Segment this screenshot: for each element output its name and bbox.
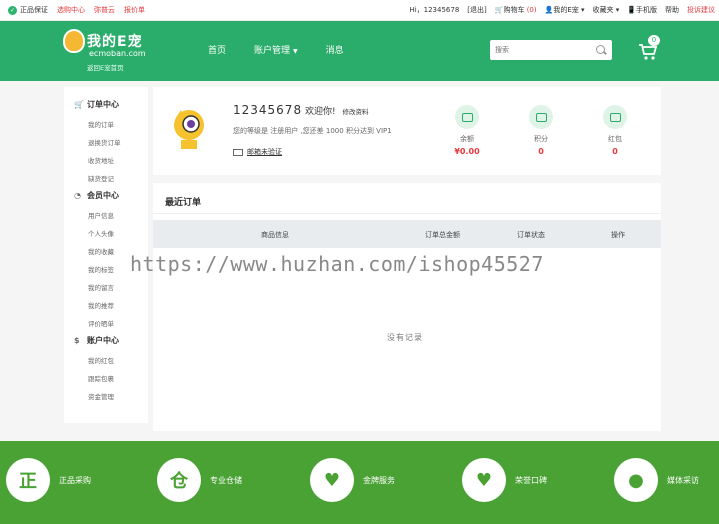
sidebar-item[interactable]: 我的留言 xyxy=(74,279,148,297)
mobile-link[interactable]: 📱手机版 xyxy=(627,5,657,15)
sidebar-item[interactable]: 资金管理 xyxy=(74,388,148,406)
feature-reputation: ♥ 荣誉口碑 xyxy=(462,458,547,502)
heart-hand-icon: ♥ xyxy=(310,458,354,502)
back-home-link[interactable]: 返回E宠首页 xyxy=(87,62,124,72)
wallet-icon xyxy=(461,112,473,122)
stat-redpacket[interactable]: 红包 0 xyxy=(595,105,635,156)
col-status: 订单状态 xyxy=(517,231,545,239)
sidebar-item[interactable]: 缺货登记 xyxy=(74,170,148,188)
search-input[interactable] xyxy=(495,46,591,54)
orders-table-header: 商品信息 订单总金额 订单状态 操作 xyxy=(153,220,661,248)
sidebar-group-account: $ 账户中心 我的红包 跟踪包裹 资金管理 xyxy=(64,333,148,406)
search-icon[interactable] xyxy=(596,44,607,56)
logout-link[interactable]: [退出] xyxy=(467,5,486,15)
recent-orders-title: 最近订单 xyxy=(165,198,202,208)
col-goods: 商品信息 xyxy=(261,231,289,239)
sidebar-item[interactable]: 用户信息 xyxy=(74,207,148,225)
money-icon: $ xyxy=(74,335,80,345)
help-link[interactable]: 帮助 xyxy=(665,5,679,15)
search-box xyxy=(490,40,612,60)
email-verify-link[interactable]: 邮箱未验证 xyxy=(233,147,282,157)
nav-home[interactable]: 首页 xyxy=(208,43,226,56)
user-card: 12345678 欢迎你! 修改资料 您的等级是 注册用户 ,您还差 1000 … xyxy=(153,87,661,175)
watermark: https://www.huzhan.com/ishop45527 xyxy=(130,252,544,276)
cart-icon: 🛒 xyxy=(74,99,84,109)
sidebar-item[interactable]: 评价晒单 xyxy=(74,315,148,333)
sidebar-item[interactable]: 我的红包 xyxy=(74,352,148,370)
main-nav: 首页 账户管理 ▼ 消息 xyxy=(208,43,344,56)
wallet-icon xyxy=(535,112,547,122)
feature-storage: 仓 专业仓储 xyxy=(157,458,242,502)
bag-icon: ♥ xyxy=(462,458,506,502)
logo[interactable]: 我的E宠 ecmoban.com 返回E宠首页 xyxy=(63,29,163,75)
nav-account[interactable]: 账户管理 ▼ xyxy=(254,43,298,56)
feature-service: ♥ 金牌服务 xyxy=(310,458,395,502)
col-action: 操作 xyxy=(611,231,625,239)
nav-messages[interactable]: 消息 xyxy=(326,43,344,56)
brand-domain: ecmoban.com xyxy=(89,49,146,58)
quote-link[interactable]: 报价单 xyxy=(124,5,145,15)
genuine-badge: ✓ 正品保证 xyxy=(8,6,48,15)
shield-icon: ✓ xyxy=(8,6,17,15)
purchase-center-link[interactable]: 选购中心 xyxy=(57,5,85,15)
my-account-link[interactable]: 👤我的E宠 ▾ xyxy=(545,5,585,15)
complaint-link[interactable]: 投诉建议 xyxy=(687,5,715,15)
cart-count-badge: 0 xyxy=(648,35,660,46)
brand-name: 我的E宠 xyxy=(87,34,143,50)
avatar xyxy=(174,110,204,149)
microphone-icon: ● xyxy=(614,458,658,502)
sign-cloud-link[interactable]: 弥普云 xyxy=(94,5,115,15)
sidebar-item[interactable]: 收货地址 xyxy=(74,152,148,170)
warehouse-icon: 仓 xyxy=(157,458,201,502)
sidebar-item[interactable]: 我的订单 xyxy=(74,116,148,134)
favorites-link[interactable]: 收藏夹 ▾ xyxy=(593,5,620,15)
sidebar-item[interactable]: 个人头像 xyxy=(74,225,148,243)
level-text: 您的等级是 注册用户 ,您还差 1000 积分达到 VIP1 xyxy=(233,127,392,135)
sidebar-item[interactable]: 我的推荐 xyxy=(74,297,148,315)
phone-icon: 📱 xyxy=(627,6,636,14)
sidebar-item[interactable]: 跟踪包裹 xyxy=(74,370,148,388)
wallet-icon xyxy=(609,112,621,122)
chevron-down-icon: ▼ xyxy=(293,48,298,55)
stat-points[interactable]: 积分 0 xyxy=(521,105,561,156)
sidebar-item[interactable]: 退换货订单 xyxy=(74,134,148,152)
header-cart-button[interactable]: 0 xyxy=(638,35,662,65)
header: 我的E宠 ecmoban.com 返回E宠首页 首页 账户管理▼ 消息 0 xyxy=(0,21,719,81)
mascot-icon xyxy=(63,29,85,53)
member-icon: ◔ xyxy=(74,190,81,200)
divider xyxy=(153,213,661,214)
col-amount: 订单总金额 xyxy=(425,231,460,239)
stat-balance[interactable]: 余额 ¥0.00 xyxy=(447,105,487,156)
username: 12345678 xyxy=(233,103,303,117)
footer-features: 正 正品采购 仓 专业仓储 ♥ 金牌服务 ♥ 荣誉口碑 ● 媒体采访 xyxy=(0,441,719,524)
greeting-line: 12345678 欢迎你! 修改资料 xyxy=(233,103,368,117)
edit-profile-link[interactable]: 修改资料 xyxy=(342,108,368,116)
sidebar-group-orders: 🛒 订单中心 我的订单 退换货订单 收货地址 缺货登记 xyxy=(64,97,148,188)
welcome-text: 欢迎你! xyxy=(304,107,336,117)
empty-message: 没有记录 xyxy=(387,333,423,342)
mail-icon xyxy=(233,148,243,156)
feature-media: ● 媒体采访 xyxy=(614,458,699,502)
feature-genuine: 正 正品采购 xyxy=(6,458,91,502)
greeting: Hi，12345678 xyxy=(409,6,460,14)
top-bar: ✓ 正品保证 选购中心 弥普云 报价单 Hi，12345678 [退出] 🛒购物车… xyxy=(0,0,719,21)
recent-orders: 最近订单 商品信息 订单总金额 订单状态 操作 没有记录 xyxy=(153,183,661,431)
topbar-cart-link[interactable]: 🛒购物车 (0) xyxy=(495,5,537,15)
genuine-icon: 正 xyxy=(6,458,50,502)
